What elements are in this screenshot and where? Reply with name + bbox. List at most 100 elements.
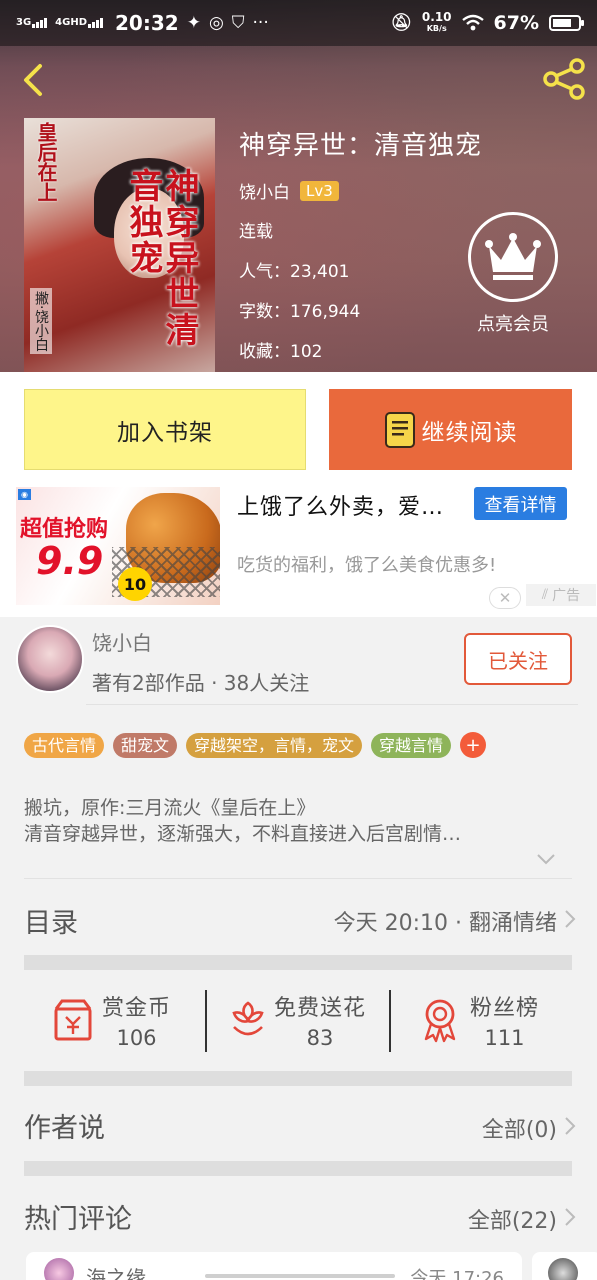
network-speed: 0.10 KB/s xyxy=(421,10,452,33)
action-bar: 加入书架 继续阅读 xyxy=(0,372,597,487)
book-cover[interactable]: 皇后在上 神穿异世清音独宠 撇·饶小白 xyxy=(24,118,215,372)
toc-title: 目录 xyxy=(24,908,78,939)
section-separator xyxy=(24,1161,572,1176)
ad-image[interactable]: ◉ 超值抢购 9.9 10 xyxy=(16,487,220,605)
section-separator xyxy=(24,1071,572,1086)
signal-4g-icon: 4GHD xyxy=(55,18,104,28)
fan-ranking-button[interactable]: 粉丝榜 111 xyxy=(418,985,548,1055)
reward-coins-button[interactable]: 赏金币 106 xyxy=(52,985,182,1055)
cover-subtitle: 皇后在上 xyxy=(34,122,58,202)
author-card[interactable]: 饶小白 著有2部作品 · 38人关注 已关注 xyxy=(0,617,597,707)
wifi-icon xyxy=(461,14,484,31)
flower-icon xyxy=(232,1001,264,1036)
author-avatar[interactable] xyxy=(16,625,84,693)
comment-time: 今天 17:26 xyxy=(410,1268,504,1280)
continue-reading-label: 继续阅读 xyxy=(421,419,518,446)
vip-label: 点亮会员 xyxy=(477,314,549,335)
comment-user[interactable]: 海之缘 xyxy=(86,1262,146,1280)
chevron-right-icon xyxy=(565,1208,576,1226)
ad-label: ⫽ 广告 xyxy=(526,584,596,606)
mute-bell-icon: 🔕︎ xyxy=(390,13,412,33)
signal-3g-icon: 3G xyxy=(16,18,48,28)
add-to-shelf-label: 加入书架 xyxy=(117,419,213,446)
author-level-badge: Lv3 xyxy=(300,180,339,201)
reward-label: 免费送花 xyxy=(274,996,367,1021)
rewards-bar: 赏金币 106 免费送花 83 粉丝榜 111 xyxy=(0,985,597,1055)
add-tag-button[interactable]: + xyxy=(460,732,487,758)
hot-comments-title: 热门评论 xyxy=(24,1204,132,1235)
description-line: 清音穿越异世，逐渐强大，不料直接进入后宫剧情… xyxy=(24,823,462,845)
chevron-down-icon[interactable] xyxy=(536,852,556,866)
send-flower-button[interactable]: 免费送花 83 xyxy=(226,985,376,1055)
hot-comments-row[interactable]: 热门评论 全部(22) xyxy=(0,1191,597,1241)
more-dots-icon: ··· xyxy=(252,13,269,33)
book-description[interactable]: 搬坑，原作:三月流火《皇后在上》 清音穿越异世，逐渐强大，不料直接进入后宫剧情… xyxy=(24,795,572,847)
book-popularity: 人气：23,401 xyxy=(239,262,350,282)
continue-reading-button[interactable]: 继续阅读 xyxy=(329,389,572,470)
follow-button[interactable]: 已关注 xyxy=(464,633,572,685)
wechat-icon: ✦ xyxy=(186,13,201,33)
author-stats: 著有2部作品 · 38人关注 xyxy=(92,671,310,695)
chevron-right-icon xyxy=(565,910,576,928)
reward-count: 111 xyxy=(484,1026,525,1050)
ad-description: 吃货的福利，饿了么美食优惠多! xyxy=(237,555,497,576)
music-app-icon: ◎ xyxy=(208,13,224,33)
book-title: 神穿异世：清音独宠 xyxy=(239,131,483,161)
description-line: 搬坑，原作:三月流火《皇后在上》 xyxy=(24,797,316,819)
status-time: 20:32 xyxy=(115,11,179,35)
tag-chip[interactable]: 古代言情 xyxy=(24,732,105,758)
book-status: 连载 xyxy=(239,222,273,242)
author-says-row[interactable]: 作者说 全部(0) xyxy=(0,1100,597,1150)
tag-chip[interactable]: 甜宠文 xyxy=(113,732,178,758)
status-bar: 3G 4GHD 20:32 ✦ ◎ ⛉ ··· 🔕︎ 0.10 KB/s 67% xyxy=(0,0,597,46)
toc-row[interactable]: 目录 今天 20:10 · 翻涌情绪 xyxy=(0,895,597,945)
reward-label: 粉丝榜 xyxy=(470,996,540,1021)
comment-avatar[interactable] xyxy=(548,1258,578,1280)
book-icon xyxy=(384,411,415,448)
book-favorites: 收藏：102 xyxy=(239,342,323,362)
divider xyxy=(86,704,578,705)
horizontal-scroll-indicator xyxy=(205,1274,395,1278)
cover-author: 撇·饶小白 xyxy=(30,288,52,355)
chevron-right-icon xyxy=(565,1117,576,1135)
section-separator xyxy=(24,955,572,970)
ad-image-badge: 10 xyxy=(118,567,152,601)
cover-title: 神穿异世清音独宠 xyxy=(123,168,199,348)
shield-icon: ⛉ xyxy=(231,13,245,33)
author-name[interactable]: 饶小白 xyxy=(92,627,152,656)
ad-details-button[interactable]: 查看详情 xyxy=(474,487,567,520)
book-author[interactable]: 饶小白 xyxy=(239,178,290,203)
battery-icon xyxy=(549,15,584,31)
ad-title[interactable]: 上饿了么外卖，爱… xyxy=(237,489,444,521)
share-icon[interactable] xyxy=(541,56,587,102)
ad-image-price: 9.9 xyxy=(36,539,104,583)
ad-close-icon[interactable]: ✕ xyxy=(489,587,521,609)
comment-avatar[interactable] xyxy=(44,1258,74,1280)
author-says-all[interactable]: 全部(0) xyxy=(482,1112,557,1144)
toc-latest-chapter: 今天 20:10 · 翻涌情绪 xyxy=(333,911,557,936)
divider xyxy=(24,878,572,879)
add-to-shelf-button[interactable]: 加入书架 xyxy=(24,389,306,470)
ribbon-medal-icon xyxy=(424,999,456,1043)
top-nav xyxy=(0,46,597,116)
tag-chip[interactable]: 穿越架空，言情，宠文 xyxy=(186,732,363,758)
reward-count: 106 xyxy=(116,1026,157,1050)
book-info: 神穿异世：清音独宠 饶小白 Lv3 连载 人气：23,401 字数：176,94… xyxy=(239,125,482,382)
crown-icon xyxy=(485,233,541,280)
hot-comments-all[interactable]: 全部(22) xyxy=(468,1203,557,1235)
book-word-count: 字数：176,944 xyxy=(239,302,361,322)
comment-card[interactable] xyxy=(532,1252,597,1280)
tag-list: 古代言情 甜宠文 穿越架空，言情，宠文 穿越言情 + xyxy=(24,732,487,758)
red-envelope-icon xyxy=(54,999,92,1041)
back-arrow-icon[interactable] xyxy=(16,60,56,100)
divider xyxy=(389,990,391,1052)
ad-mark-icon: ⫽ xyxy=(541,587,549,603)
ad-banner[interactable]: ◉ 超值抢购 9.9 10 上饿了么外卖，爱… 查看详情 吃货的福利，饿了么美食… xyxy=(0,487,597,617)
tag-chip[interactable]: 穿越言情 xyxy=(371,732,452,758)
reward-count: 83 xyxy=(306,1026,334,1050)
author-says-title: 作者说 xyxy=(24,1113,105,1144)
vip-button[interactable]: 点亮会员 xyxy=(466,212,560,336)
divider xyxy=(205,990,207,1052)
battery-percent: 67% xyxy=(493,12,539,34)
reward-label: 赏金币 xyxy=(102,996,172,1021)
